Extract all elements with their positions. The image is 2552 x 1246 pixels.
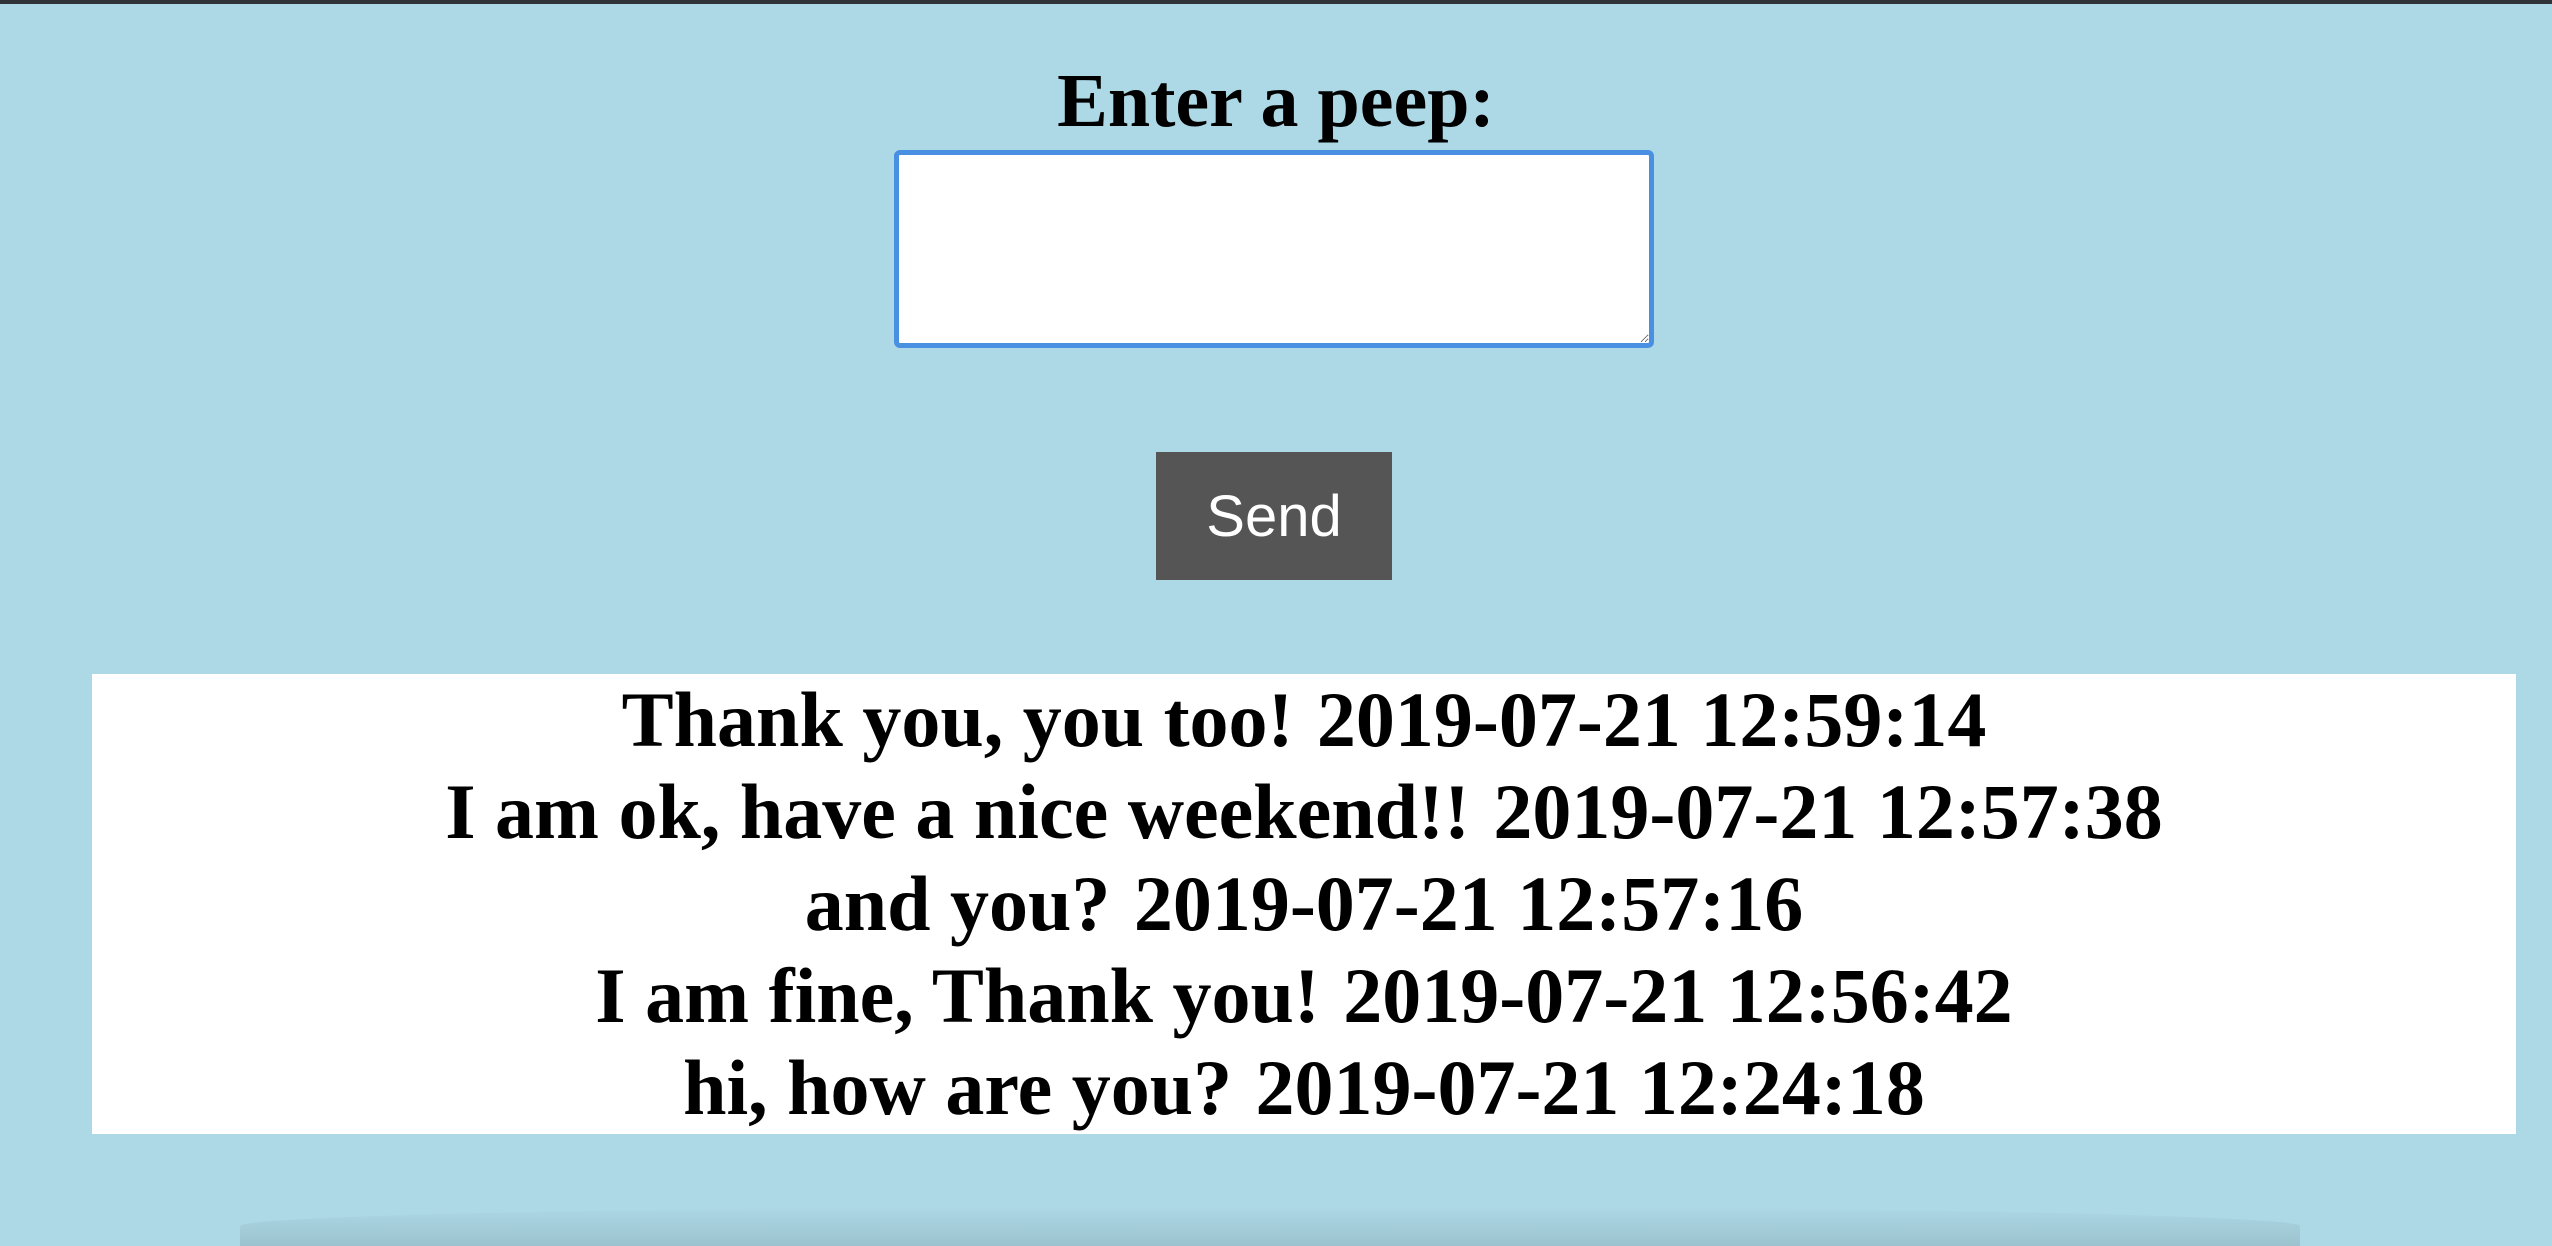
peep-timestamp: 2019-07-21 12:57:16 — [1133, 860, 1804, 947]
peep-input[interactable] — [894, 150, 1654, 348]
peep-timestamp: 2019-07-21 12:24:18 — [1255, 1044, 1925, 1131]
bottom-shadow — [240, 1206, 2300, 1246]
window-top-border — [0, 0, 2552, 4]
peep-text: Thank you, you too! — [621, 676, 1294, 763]
peep-text: and you? — [804, 860, 1111, 947]
peep-prompt-label: Enter a peep: — [1057, 59, 1495, 143]
peep-timestamp: 2019-07-21 12:59:14 — [1316, 676, 1987, 763]
peep-text: hi, how are you? — [683, 1044, 1233, 1131]
peep-text: I am ok, have a nice weekend!! — [445, 768, 1470, 855]
send-button[interactable]: Send — [1156, 452, 1392, 580]
peep-item: Thank you, you too! 2019-07-21 12:59:14 — [92, 674, 2516, 766]
peep-item: and you? 2019-07-21 12:57:16 — [92, 858, 2516, 950]
peep-timestamp: 2019-07-21 12:57:38 — [1493, 768, 2163, 855]
peep-item: I am ok, have a nice weekend!! 2019-07-21… — [92, 766, 2516, 858]
peep-timestamp: 2019-07-21 12:56:42 — [1343, 952, 2013, 1039]
peep-item: I am fine, Thank you! 2019-07-21 12:56:42 — [92, 950, 2516, 1042]
peep-item: hi, how are you? 2019-07-21 12:24:18 — [92, 1042, 2516, 1134]
peep-feed: Thank you, you too! 2019-07-21 12:59:14 I… — [92, 674, 2516, 1134]
peep-text: I am fine, Thank you! — [595, 952, 1320, 1039]
